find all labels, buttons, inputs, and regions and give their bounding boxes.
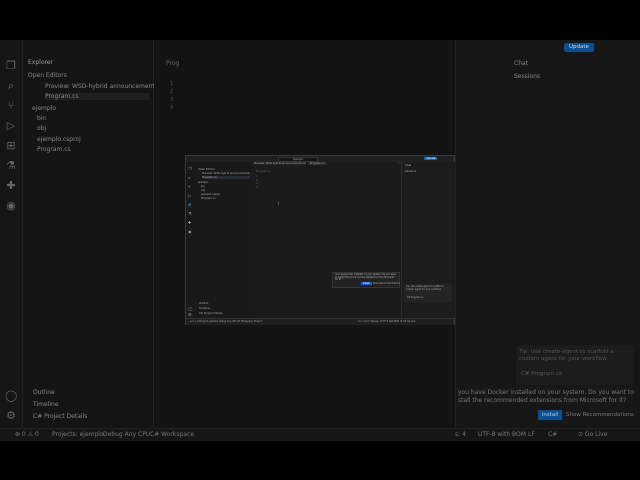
show-recommendations-button[interactable]: Show Recommendations [373,282,400,285]
tip-box: Tip: Use create-agent to scaffold a cust… [516,345,634,387]
tree-item[interactable]: bin [201,185,205,188]
testing-icon[interactable]: ⚗ [188,212,192,216]
chat-title: Chat [405,164,412,167]
settings-gear-icon[interactable]: ⚙ [188,313,192,317]
tip-box: Tip: Use create-agent to scaffold a cust… [404,284,452,302]
project-details-header[interactable]: C# Project Details [199,312,223,315]
timeline-header[interactable]: Timeline [33,401,59,408]
chat-title: Chat [514,60,529,67]
open-editor-item[interactable]: Program.cs [202,176,250,179]
notification-line2: stall the recommended extensions from Mi… [458,397,627,404]
notification-text: You have Docker installed on your system… [335,273,396,282]
show-recommendations-button[interactable]: Show Recommendations [566,412,634,418]
folder-header[interactable]: ejemplo [32,105,56,112]
eol-status[interactable]: LF [528,431,535,438]
notification-line1: you have Docker installed on your system… [458,389,634,396]
run-debug-icon[interactable]: ▷ [5,120,17,132]
chat-panel: Update Chat Sessions Tip: Use create-age… [455,40,640,428]
source-control-icon[interactable]: ⑂ [5,100,17,112]
docker-icon[interactable]: ◉ [188,230,192,234]
outline-header[interactable]: Outline [199,302,208,305]
tree-item[interactable]: Program.cs [37,146,71,153]
workspace-status[interactable]: C# Workspace [150,431,194,438]
tree-item[interactable]: obj [37,125,46,132]
attachment-chip[interactable]: C# Program.cs [407,296,423,299]
explorer-title: Explorer [28,59,53,66]
notification-toast: you have Docker installed on your system… [456,385,638,425]
open-editor-item[interactable]: Preview: WSD-hybrid announcement... [45,83,160,90]
open-editor-item[interactable]: Preview: WSD-hybrid announcement... [202,172,252,175]
encoding-status[interactable]: UTF-8 with BOM [478,431,526,438]
tree-item[interactable]: bin [37,115,46,122]
timeline-header[interactable]: Timeline [199,307,210,310]
line-number: 1 [170,81,174,87]
go-live-status[interactable]: ⊙ Go Live [578,431,607,438]
tree-item[interactable]: obj [201,189,205,192]
explorer-sidebar: Explorer Open Editors Preview: WSD-hybri… [23,40,160,428]
search-icon[interactable]: ⌕ [188,176,190,180]
settings-gear-icon[interactable]: ⚙ [5,410,17,422]
tree-item[interactable]: ejemplo.csproj [201,193,220,196]
remote-icon[interactable]: ✚ [188,221,191,225]
account-icon[interactable]: ◯ [5,390,17,402]
mini-update-button[interactable]: Update [424,157,438,160]
install-button[interactable]: Install [538,410,562,420]
files-icon[interactable]: ❐ [5,60,17,72]
foreground-window: ejemplo Update ❐ ⌕ ⑂ ▷ ⊞ ⚗ ✚ ◉ ◯ ⚙ Open … [185,155,455,325]
extensions-icon[interactable]: ⊞ [5,140,17,152]
search-icon[interactable]: ⌕ [5,80,17,92]
tip-text: Tip: Use create-agent to scaffold a cust… [519,349,614,362]
docker-icon[interactable]: ◉ [5,200,17,212]
debug-status[interactable]: Debug Any CPU [103,431,150,438]
mini-notification-toast: You have Docker installed on your system… [332,272,400,288]
mini-explorer: Open Editors Preview: WSD-hybrid announc… [196,162,253,318]
open-editors-header[interactable]: Open Editors [198,168,215,171]
extensions-icon[interactable]: ⊞ [188,203,191,207]
project-details-header[interactable]: C# Project Details [33,413,87,420]
open-editors-header[interactable]: Open Editors [28,72,67,79]
mini-editor: Preview: WSD-hybrid announcement.md Prog… [252,162,400,318]
status-left[interactable]: ⊗ 0 ⚠ 0 Projects: ejemplo Debug Any CPU … [190,320,262,323]
line-number: 3 [170,97,174,103]
attachment-chip[interactable]: C# Program.cs [521,371,562,377]
line-number: 4 [170,105,174,111]
text-cursor: I [278,201,280,206]
line-number: 2 [170,89,174,95]
line-numbers: 1234 [256,175,258,189]
remote-icon[interactable]: ✚ [5,180,17,192]
install-button[interactable]: Install [361,282,372,285]
sessions-header: Sessions [514,73,541,80]
language-status[interactable]: C# [548,431,557,438]
editor-tab-active[interactable]: Program.cs [308,162,327,165]
editor-tab[interactable]: Preview: WSD-hybrid announcement.md [252,162,306,165]
account-icon[interactable]: ◯ [188,307,192,311]
spaces-status[interactable]: s: 4 [455,431,466,438]
editor-tab[interactable]: Prog [166,60,179,67]
mini-chat-panel: Chat Sessions Tip: Use create-agent to s… [401,162,455,318]
tree-item[interactable]: ejemplo.csproj [37,136,81,143]
tip-text: Tip: Use create-agent to scaffold a cust… [406,285,444,291]
run-debug-icon[interactable]: ▷ [188,194,191,198]
problems-status[interactable]: ⊗ 0 ⚠ 0 [15,431,39,438]
status-bar: ⊗ 0 ⚠ 0 Projects: ejemplo Debug Any CPU … [0,428,640,441]
status-right[interactable]: Ln 1, Col 1 Spaces: 4 UTF-8 with BOM LF … [358,320,415,323]
testing-icon[interactable]: ⚗ [5,160,17,172]
open-editor-item[interactable]: Program.cs [45,93,149,100]
activity-bar: ❐ ⌕ ⑂ ▷ ⊞ ⚗ ✚ ◉ ◯ ⚙ [0,40,23,440]
folder-header[interactable]: ejemplo [198,181,208,184]
outline-header[interactable]: Outline [33,389,55,396]
breadcrumb: Program.cs [256,170,271,173]
sessions-header: Sessions [405,170,417,173]
mini-status-bar: ⊗ 0 ⚠ 0 Projects: ejemplo Debug Any CPU … [186,318,454,325]
update-button[interactable]: Update [564,43,594,52]
files-icon[interactable]: ❐ [188,167,192,171]
project-status[interactable]: Projects: ejemplo [52,431,104,438]
tree-item[interactable]: Program.cs [201,197,216,200]
source-control-icon[interactable]: ⑂ [188,185,190,189]
